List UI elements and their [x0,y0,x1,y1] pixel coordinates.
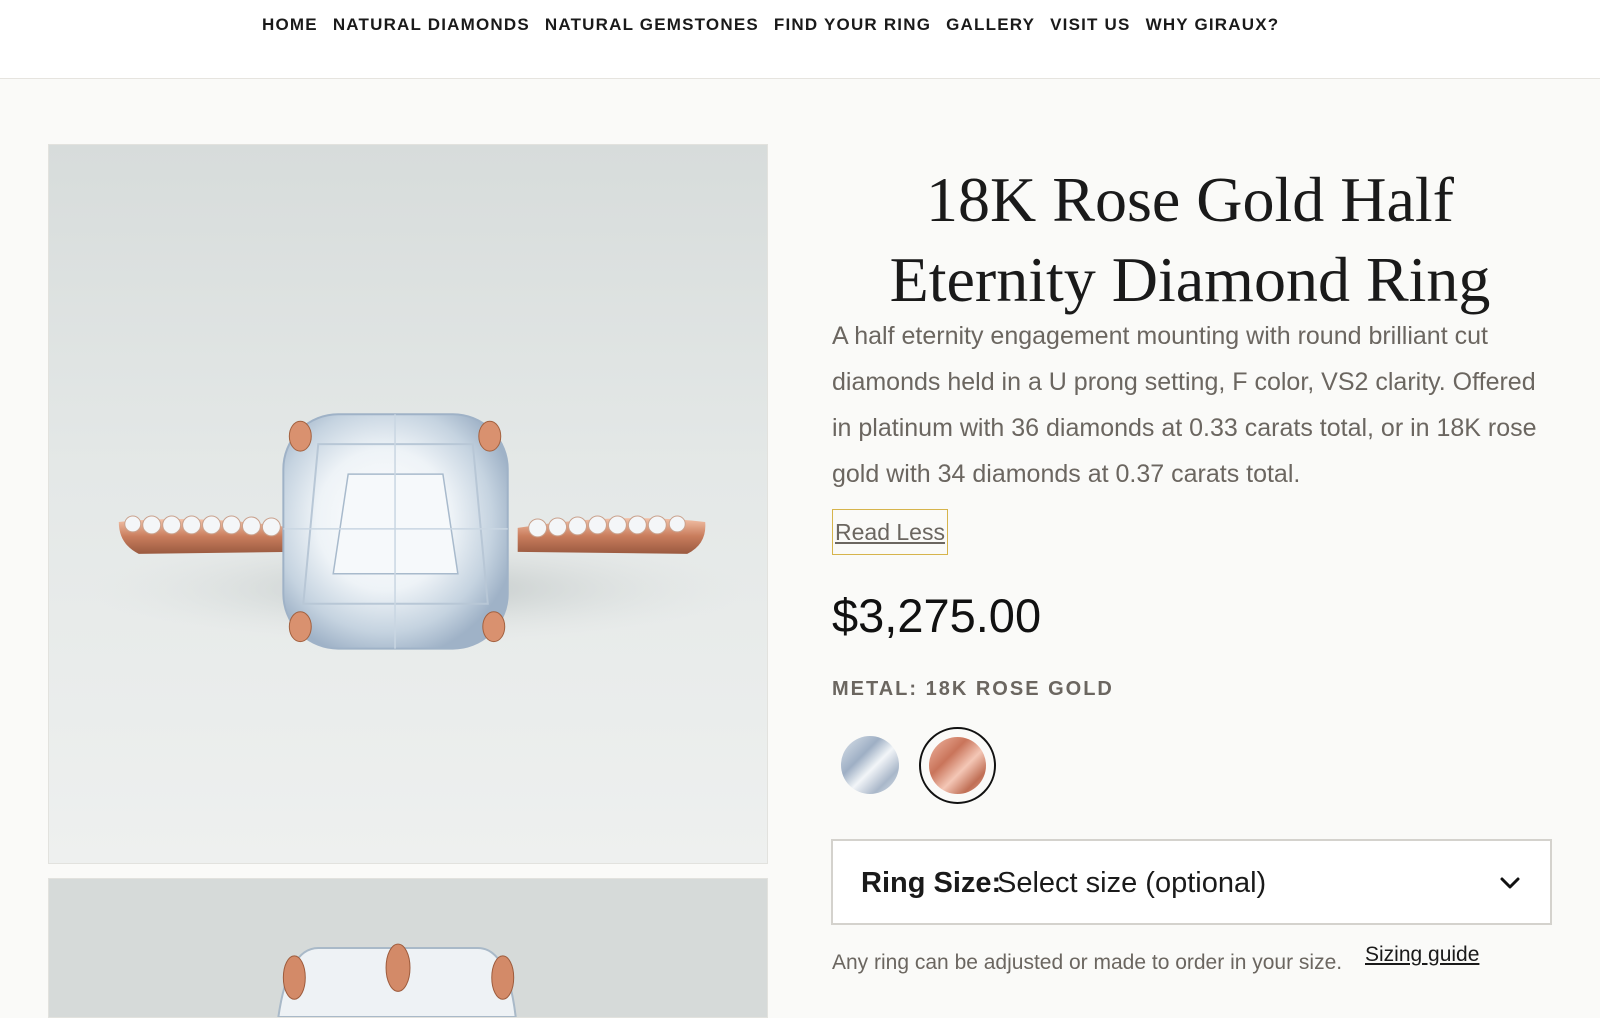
ring-photo-alt [49,879,767,1017]
nav-item-visit-us[interactable]: VISIT US [1050,15,1130,35]
metal-swatch-platinum[interactable] [841,736,899,794]
read-less-button[interactable]: Read Less [832,509,948,555]
nav-link-home[interactable]: HOME [262,15,318,34]
nav-item-why-giraux[interactable]: WHY GIRAUX? [1146,15,1280,35]
product-description: A half eternity engagement mounting with… [832,322,1537,488]
nav-menu: HOME NATURAL DIAMONDS NATURAL GEMSTONES … [262,15,1279,35]
ring-size-label: Ring Size: [861,867,1002,899]
metal-swatch-rose-gold-selected[interactable] [919,727,996,804]
metal-swatch-rose-gold [929,737,986,794]
ring-size-value: Select size (optional) [997,867,1267,899]
product-secondary-image[interactable] [48,878,768,1018]
nav-item-home[interactable]: HOME [262,15,318,35]
ring-photo [49,145,767,863]
nav-link-why-giraux[interactable]: WHY GIRAUX? [1146,15,1280,34]
nav-link-find-your-ring[interactable]: FIND YOUR RING [774,15,931,34]
product-main-image[interactable] [48,144,768,864]
nav-item-gallery[interactable]: GALLERY [946,15,1035,35]
ring-size-select[interactable]: Ring Size: Select size (optional) [831,839,1552,925]
nav-link-natural-gemstones[interactable]: NATURAL GEMSTONES [545,15,759,34]
nav-item-find-your-ring[interactable]: FIND YOUR RING [774,15,931,35]
sizing-note: Any ring can be adjusted or made to orde… [832,951,1343,974]
sizing-guide-link[interactable]: Sizing guide [1365,943,1479,967]
chevron-down-icon [1500,877,1520,889]
nav-item-natural-gemstones[interactable]: NATURAL GEMSTONES [545,15,759,35]
top-navigation: HOME NATURAL DIAMONDS NATURAL GEMSTONES … [0,0,1600,79]
product-price: $3,275.00 [832,589,1042,642]
nav-link-natural-diamonds[interactable]: NATURAL DIAMONDS [333,15,530,34]
product-title: 18K Rose Gold Half Eternity Diamond Ring [889,164,1491,315]
metal-label: METAL: 18K ROSE GOLD [832,678,1114,700]
nav-link-visit-us[interactable]: VISIT US [1050,15,1130,34]
nav-link-gallery[interactable]: GALLERY [946,15,1035,34]
nav-item-natural-diamonds[interactable]: NATURAL DIAMONDS [333,15,530,35]
